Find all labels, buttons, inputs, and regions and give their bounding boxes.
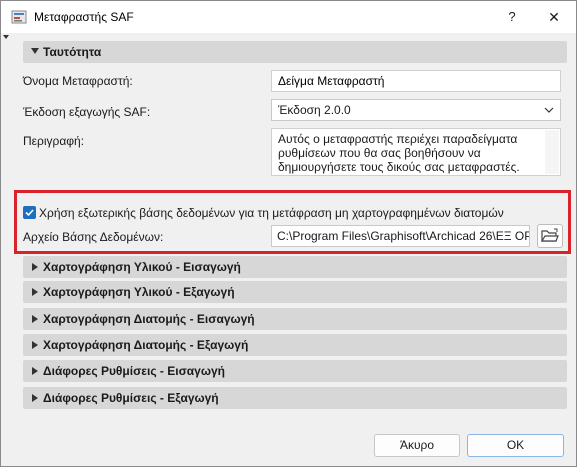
cancel-button[interactable]: Άκυρο bbox=[374, 434, 460, 457]
database-file-label: Αρχείο Βάσης Δεδομένων: bbox=[23, 230, 164, 244]
section-label: Διάφορες Ρυθμίσεις - Εισαγωγή bbox=[43, 364, 225, 378]
collapsed-triangle-icon bbox=[32, 315, 38, 323]
use-external-db-checkbox[interactable] bbox=[23, 206, 36, 219]
description-line: ρυθμίσεων που θα σας βοηθήσουν να bbox=[278, 146, 481, 160]
database-file-path-field[interactable]: C:\Program Files\Graphisoft\Archicad 26\… bbox=[271, 225, 530, 247]
close-button[interactable]: ✕ bbox=[538, 5, 570, 29]
translator-name-field[interactable] bbox=[271, 70, 561, 92]
saf-version-value: Έκδοση 2.0.0 bbox=[278, 103, 351, 117]
collapsed-triangle-icon bbox=[32, 367, 38, 375]
description-field[interactable]: Αυτός ο μεταφραστής περιέχει παραδείγματ… bbox=[271, 128, 561, 176]
help-button[interactable]: ? bbox=[496, 5, 528, 29]
saf-version-select[interactable]: Έκδοση 2.0.0 bbox=[271, 99, 561, 121]
section-label: Χαρτογράφηση Υλικού - Εισαγωγή bbox=[43, 260, 241, 274]
collapsed-triangle-icon bbox=[32, 263, 38, 271]
section-identity-header[interactable]: Ταυτότητα bbox=[23, 41, 567, 63]
browse-button[interactable] bbox=[537, 224, 563, 248]
section-profile-import-header[interactable]: Χαρτογράφηση Διατομής - Εισαγωγή bbox=[23, 308, 567, 330]
title-bar: Μεταφραστής SAF ? ✕ bbox=[1, 1, 576, 33]
section-misc-export-header[interactable]: Διάφορες Ρυθμίσεις - Εξαγωγή bbox=[23, 387, 567, 409]
description-label: Περιγραφή: bbox=[23, 134, 85, 148]
section-label: Χαρτογράφηση Διατομής - Εξαγωγή bbox=[43, 338, 249, 352]
translator-name-label: Όνομα Μεταφραστή: bbox=[23, 74, 133, 88]
use-external-db-label[interactable]: Χρήση εξωτερικής βάσης δεδομένων για τη … bbox=[39, 206, 504, 220]
collapsed-triangle-icon bbox=[32, 394, 38, 402]
collapsed-triangle-icon bbox=[32, 341, 38, 349]
expanded-triangle-icon bbox=[31, 48, 39, 54]
translator-icon bbox=[11, 9, 27, 25]
section-label: Χαρτογράφηση Διατομής - Εισαγωγή bbox=[43, 312, 255, 326]
corner-triangle-icon bbox=[3, 35, 9, 39]
description-line: Αυτός ο μεταφραστής περιέχει παραδείγματ… bbox=[278, 132, 518, 146]
section-material-export-header[interactable]: Χαρτογράφηση Υλικού - Εξαγωγή bbox=[23, 281, 567, 303]
saf-translator-dialog: Μεταφραστής SAF ? ✕ Ταυτότητα Όνομα Μετα… bbox=[0, 0, 577, 467]
description-scrollbar[interactable] bbox=[545, 130, 559, 174]
collapsed-triangle-icon bbox=[32, 288, 38, 296]
section-material-import-header[interactable]: Χαρτογράφηση Υλικού - Εισαγωγή bbox=[23, 256, 567, 278]
section-label: Χαρτογράφηση Υλικού - Εξαγωγή bbox=[43, 285, 235, 299]
section-misc-import-header[interactable]: Διάφορες Ρυθμίσεις - Εισαγωγή bbox=[23, 360, 567, 382]
section-profile-export-header[interactable]: Χαρτογράφηση Διατομής - Εξαγωγή bbox=[23, 334, 567, 356]
chevron-down-icon bbox=[544, 104, 554, 114]
ok-button[interactable]: OK bbox=[467, 434, 564, 457]
dialog-title: Μεταφραστής SAF bbox=[34, 10, 134, 24]
section-label: Διάφορες Ρυθμίσεις - Εξαγωγή bbox=[43, 391, 219, 405]
saf-version-label: Έκδοση εξαγωγής SAF: bbox=[23, 105, 151, 119]
section-identity-label: Ταυτότητα bbox=[43, 45, 102, 59]
description-line: δημιουργήσετε τους δικούς σας μεταφραστέ… bbox=[278, 160, 520, 174]
